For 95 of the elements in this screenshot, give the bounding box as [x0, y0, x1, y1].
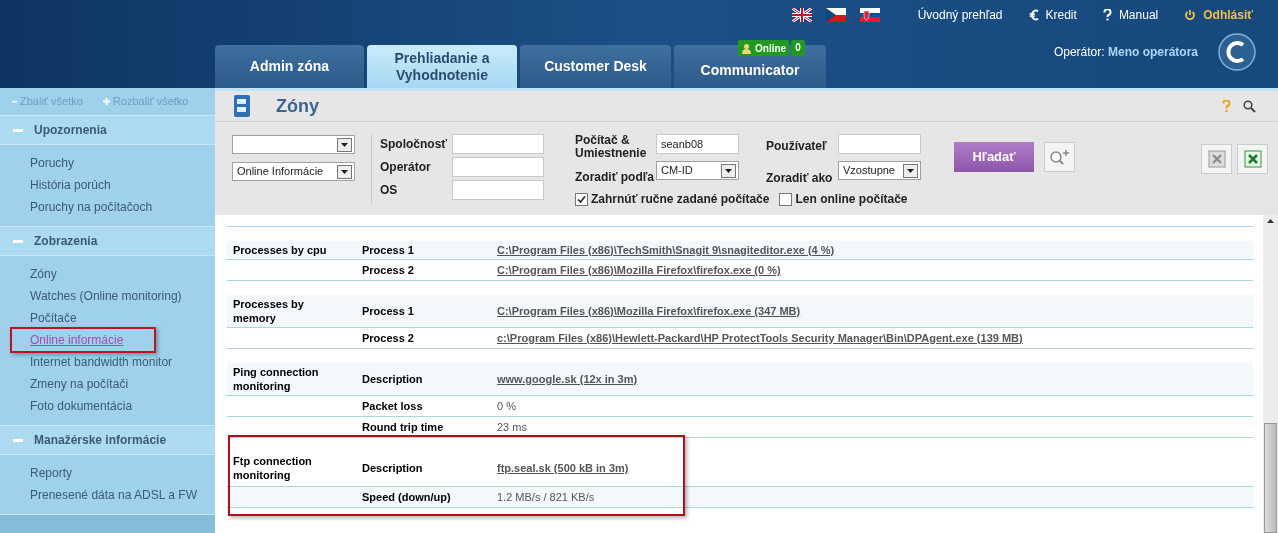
- checkbox[interactable]: [779, 192, 793, 206]
- sidebar-link[interactable]: Reporty: [30, 464, 215, 482]
- caret-icon: [337, 137, 352, 152]
- sidebar-link[interactable]: Poruchy: [30, 154, 215, 172]
- value-link[interactable]: www.google.sk (12x in 3m): [497, 370, 638, 388]
- sidebar-link[interactable]: Internet bandwidth monitor: [30, 353, 215, 371]
- section-label: Processes by memory: [233, 297, 305, 325]
- section-title[interactable]: Zobrazenia: [34, 232, 98, 250]
- operator-label: Operátor: Meno operátora: [1053, 44, 1198, 61]
- field-label: Operátor: [380, 159, 432, 176]
- sidebar-link[interactable]: Zmeny na počítači: [30, 375, 215, 393]
- euro-icon: [1028, 9, 1039, 21]
- input-field[interactable]: [452, 157, 544, 177]
- sidebar-link[interactable]: Poruchy na počítačoch: [30, 198, 215, 216]
- row-label: Process 2: [362, 262, 415, 278]
- flag-icon[interactable]: [791, 8, 812, 22]
- cabinet-icon: [233, 94, 251, 118]
- user-icon: [741, 42, 752, 54]
- page-title: Zóny: [276, 94, 319, 118]
- value-text: 0 %: [497, 398, 516, 414]
- dropdown[interactable]: CM-ID: [656, 161, 739, 180]
- field-label: Zoradiť podľa: [575, 169, 656, 186]
- power-icon: [1184, 9, 1197, 21]
- input-field[interactable]: [452, 134, 544, 154]
- online-badge: Online: [738, 40, 790, 56]
- input-field[interactable]: [452, 180, 544, 200]
- top-link[interactable]: Kredit: [1045, 6, 1077, 24]
- value-link[interactable]: C:\Program Files (x86)\TechSmith\Snagit 9\snagiteditor.exe (4 %): [497, 241, 835, 259]
- section-label: Ping connection monitoring: [233, 365, 320, 393]
- checkbox-label: Len online počítače: [795, 191, 908, 208]
- sidebar-link[interactable]: Watches (Online monitoring): [30, 287, 215, 305]
- top-link[interactable]: Manual: [1118, 6, 1159, 24]
- sidebar-link[interactable]: Zóny: [30, 265, 215, 283]
- sidebar-link[interactable]: História porúch: [30, 176, 215, 194]
- row-label: Round trip time: [362, 419, 445, 435]
- checkbox[interactable]: [575, 192, 588, 206]
- value-text: 1.2 MB/s / 821 KB/s: [497, 489, 595, 505]
- zoom-in-button[interactable]: [1044, 142, 1075, 172]
- excel-export-button[interactable]: [1201, 144, 1232, 174]
- nav-tab[interactable]: Customer Desk: [520, 45, 671, 88]
- excel-button[interactable]: [1237, 144, 1268, 174]
- checkbox-label: Zahrnúť ručne zadané počítače: [591, 191, 770, 208]
- caret-icon: [337, 164, 352, 179]
- top-link[interactable]: Odhlásiť: [1203, 6, 1253, 24]
- help-icon[interactable]: [1222, 99, 1231, 113]
- spreadsheet-icon: [1206, 149, 1227, 169]
- flag-icon[interactable]: [859, 8, 880, 22]
- flag-icon[interactable]: [825, 8, 846, 22]
- scrollbar[interactable]: [1263, 215, 1278, 533]
- value-link[interactable]: c:\Program Files (x86)\Hewlett-Packard\HP ProtectTools Security Manager\Bin\DPAgent.exe (139 MB): [497, 329, 1023, 347]
- caret-icon: [721, 163, 736, 178]
- row-label: Packet loss: [362, 398, 424, 414]
- nav-tab[interactable]: Prehliadanie a Vyhodnotenie: [367, 45, 517, 88]
- sidebar-link[interactable]: Počítače: [30, 309, 215, 327]
- section-label: Ftp connection monitoring: [233, 454, 313, 482]
- zoom-in-icon: [1048, 149, 1071, 165]
- caret-icon: [903, 163, 918, 178]
- sidebar-link[interactable]: Prenesené dáta na ADSL a FW: [30, 486, 215, 504]
- value-text: 23 ms: [497, 419, 527, 435]
- scroll-up-icon[interactable]: [1267, 219, 1274, 223]
- section-label: Processes by cpu: [233, 243, 328, 257]
- sidebar-link[interactable]: Foto dokumentácia: [30, 397, 215, 415]
- dropdown[interactable]: Online Informácie: [232, 162, 355, 181]
- row-label: Description: [362, 371, 424, 387]
- field-label: Spoločnosť: [380, 136, 449, 153]
- count-badge: 0: [791, 40, 805, 56]
- value-link[interactable]: ftp.seal.sk (500 kB in 3m): [497, 459, 629, 477]
- row-label: Description: [362, 460, 424, 476]
- row-label: Process 1: [362, 303, 415, 319]
- plus-icon[interactable]: [102, 98, 110, 105]
- dropdown[interactable]: [232, 135, 355, 154]
- field-label: Počítač & Umiestnenie: [575, 134, 648, 160]
- minus-icon[interactable]: [13, 128, 23, 132]
- search-icon[interactable]: [1243, 99, 1256, 113]
- field-label: Zoradiť ako: [766, 170, 834, 187]
- input-field[interactable]: seanb08: [656, 134, 739, 154]
- spreadsheet-icon: [1242, 149, 1263, 169]
- nav-tab[interactable]: Admin zóna: [215, 45, 364, 88]
- help-icon: [1102, 9, 1112, 21]
- value-link[interactable]: C:\Program Files (x86)\Mozilla Firefox\firefox.exe (347 MB): [497, 302, 801, 320]
- field-label: OS: [380, 182, 399, 199]
- top-link[interactable]: Úvodný prehľad: [917, 6, 1003, 24]
- minus-icon[interactable]: [12, 100, 17, 103]
- input-field[interactable]: [838, 134, 921, 154]
- minus-icon[interactable]: [13, 239, 23, 243]
- sidebar-link[interactable]: Online informácie: [30, 331, 124, 349]
- row-label: Process 2: [362, 330, 415, 346]
- row-label: Speed (down/up): [362, 489, 452, 505]
- logo-icon: [1218, 33, 1256, 71]
- minus-icon[interactable]: [13, 438, 23, 442]
- field-label: Používateľ: [766, 138, 828, 155]
- dropdown[interactable]: Vzostupne: [838, 161, 921, 180]
- value-link[interactable]: C:\Program Files (x86)\Mozilla Firefox\firefox.exe (0 %): [497, 261, 781, 279]
- search-button[interactable]: Hľadať: [954, 142, 1034, 172]
- row-label: Process 1: [362, 242, 415, 258]
